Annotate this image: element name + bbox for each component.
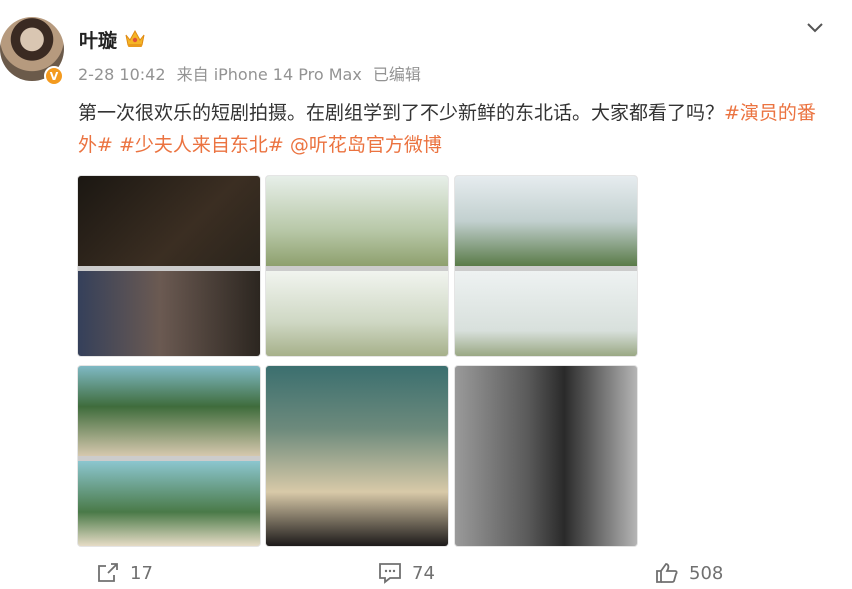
image-grid: [77, 175, 638, 547]
hashtag-link[interactable]: #少夫人来自东北#: [119, 134, 284, 156]
like-button[interactable]: 508: [655, 557, 723, 589]
photo-thumbnail[interactable]: [454, 365, 638, 547]
photo-thumbnail[interactable]: [265, 365, 449, 547]
post-text: 第一次很欢乐的短剧拍摄。在剧组学到了不少新鲜的东北话。大家都看了吗？#演员的番外…: [78, 97, 824, 161]
timestamp[interactable]: 2-28 10:42: [78, 65, 166, 84]
like-count: 508: [689, 562, 724, 584]
photo-thumbnail[interactable]: [77, 365, 261, 547]
source: 来自 iPhone 14 Pro Max: [176, 65, 362, 84]
repost-icon: [98, 563, 118, 582]
comment-count: 74: [412, 562, 435, 584]
edited-label[interactable]: 已编辑: [373, 65, 421, 84]
comment-icon: [379, 563, 401, 584]
like-icon: [656, 563, 678, 583]
photo-thumbnail[interactable]: [77, 175, 261, 357]
crown-icon[interactable]: [124, 28, 146, 48]
post-meta: 2-28 10:42 来自 iPhone 14 Pro Max 已编辑: [78, 61, 427, 85]
verified-badge: V: [44, 66, 64, 86]
chevron-down-icon[interactable]: [805, 20, 825, 36]
repost-count: 17: [130, 562, 153, 584]
post-body: 第一次很欢乐的短剧拍摄。在剧组学到了不少新鲜的东北话。大家都看了吗？: [78, 102, 725, 124]
photo-thumbnail[interactable]: [265, 175, 449, 357]
post-actions: 17 74 508: [0, 557, 852, 589]
comment-button[interactable]: 74: [378, 557, 435, 589]
repost-button[interactable]: 17: [96, 557, 153, 589]
mention-link[interactable]: @听花岛官方微博: [290, 134, 442, 156]
username[interactable]: 叶璇: [79, 26, 117, 53]
photo-thumbnail[interactable]: [454, 175, 638, 357]
